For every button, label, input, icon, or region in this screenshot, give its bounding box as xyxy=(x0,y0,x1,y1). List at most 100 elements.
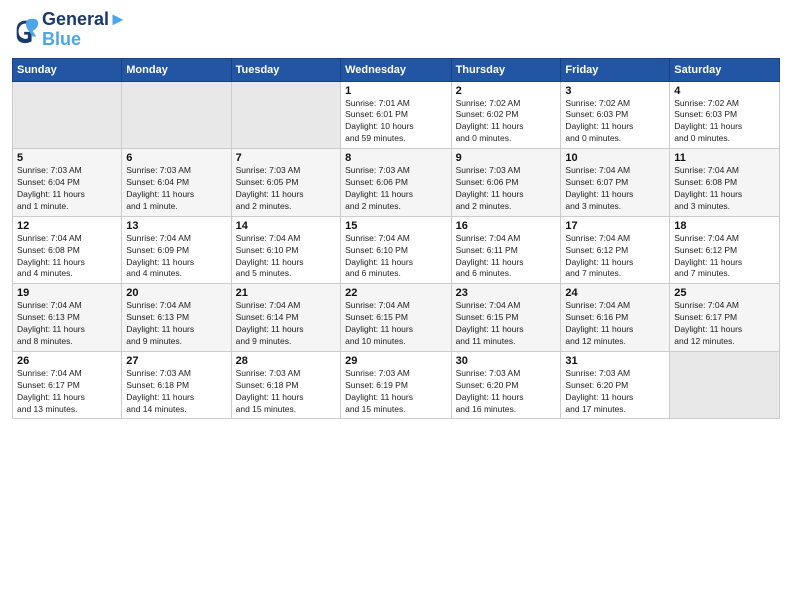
day-number: 22 xyxy=(345,287,446,299)
day-number: 3 xyxy=(565,85,665,97)
day-number: 18 xyxy=(674,220,775,232)
calendar-cell: 20Sunrise: 7:04 AMSunset: 6:13 PMDayligh… xyxy=(122,284,231,352)
day-info: Sunrise: 7:03 AMSunset: 6:04 PMDaylight:… xyxy=(126,165,226,213)
logo-text: General► Blue xyxy=(42,10,127,50)
day-number: 20 xyxy=(126,287,226,299)
day-info: Sunrise: 7:03 AMSunset: 6:19 PMDaylight:… xyxy=(345,368,446,416)
day-info: Sunrise: 7:03 AMSunset: 6:18 PMDaylight:… xyxy=(236,368,336,416)
day-number: 2 xyxy=(456,85,557,97)
day-number: 23 xyxy=(456,287,557,299)
day-info: Sunrise: 7:04 AMSunset: 6:14 PMDaylight:… xyxy=(236,300,336,348)
calendar-cell: 13Sunrise: 7:04 AMSunset: 6:09 PMDayligh… xyxy=(122,216,231,284)
calendar-cell: 30Sunrise: 7:03 AMSunset: 6:20 PMDayligh… xyxy=(451,351,561,419)
calendar-cell: 17Sunrise: 7:04 AMSunset: 6:12 PMDayligh… xyxy=(561,216,670,284)
calendar-week-3: 12Sunrise: 7:04 AMSunset: 6:08 PMDayligh… xyxy=(13,216,780,284)
weekday-header-tuesday: Tuesday xyxy=(231,58,340,81)
calendar-cell: 23Sunrise: 7:04 AMSunset: 6:15 PMDayligh… xyxy=(451,284,561,352)
weekday-header-friday: Friday xyxy=(561,58,670,81)
calendar-cell: 7Sunrise: 7:03 AMSunset: 6:05 PMDaylight… xyxy=(231,149,340,217)
calendar-cell xyxy=(13,81,122,149)
weekday-header-sunday: Sunday xyxy=(13,58,122,81)
calendar-header-row: SundayMondayTuesdayWednesdayThursdayFrid… xyxy=(13,58,780,81)
calendar-week-4: 19Sunrise: 7:04 AMSunset: 6:13 PMDayligh… xyxy=(13,284,780,352)
day-info: Sunrise: 7:04 AMSunset: 6:10 PMDaylight:… xyxy=(236,233,336,281)
day-info: Sunrise: 7:02 AMSunset: 6:02 PMDaylight:… xyxy=(456,98,557,146)
calendar-cell: 26Sunrise: 7:04 AMSunset: 6:17 PMDayligh… xyxy=(13,351,122,419)
day-number: 26 xyxy=(17,355,117,367)
calendar-cell: 31Sunrise: 7:03 AMSunset: 6:20 PMDayligh… xyxy=(561,351,670,419)
day-number: 21 xyxy=(236,287,336,299)
day-info: Sunrise: 7:03 AMSunset: 6:20 PMDaylight:… xyxy=(456,368,557,416)
day-number: 27 xyxy=(126,355,226,367)
day-number: 6 xyxy=(126,152,226,164)
calendar-cell: 9Sunrise: 7:03 AMSunset: 6:06 PMDaylight… xyxy=(451,149,561,217)
day-number: 17 xyxy=(565,220,665,232)
day-number: 30 xyxy=(456,355,557,367)
day-number: 1 xyxy=(345,85,446,97)
calendar-cell xyxy=(231,81,340,149)
calendar-cell: 21Sunrise: 7:04 AMSunset: 6:14 PMDayligh… xyxy=(231,284,340,352)
day-number: 5 xyxy=(17,152,117,164)
day-number: 28 xyxy=(236,355,336,367)
day-info: Sunrise: 7:04 AMSunset: 6:13 PMDaylight:… xyxy=(126,300,226,348)
day-info: Sunrise: 7:04 AMSunset: 6:12 PMDaylight:… xyxy=(674,233,775,281)
page-container: General► Blue SundayMondayTuesdayWednesd… xyxy=(0,0,792,427)
day-info: Sunrise: 7:04 AMSunset: 6:17 PMDaylight:… xyxy=(17,368,117,416)
logo: General► Blue xyxy=(12,10,127,50)
calendar-cell: 10Sunrise: 7:04 AMSunset: 6:07 PMDayligh… xyxy=(561,149,670,217)
page-header: General► Blue xyxy=(12,10,780,50)
day-info: Sunrise: 7:04 AMSunset: 6:10 PMDaylight:… xyxy=(345,233,446,281)
calendar-cell: 4Sunrise: 7:02 AMSunset: 6:03 PMDaylight… xyxy=(670,81,780,149)
calendar-cell xyxy=(670,351,780,419)
day-info: Sunrise: 7:04 AMSunset: 6:08 PMDaylight:… xyxy=(17,233,117,281)
calendar-cell: 25Sunrise: 7:04 AMSunset: 6:17 PMDayligh… xyxy=(670,284,780,352)
day-number: 8 xyxy=(345,152,446,164)
day-info: Sunrise: 7:04 AMSunset: 6:17 PMDaylight:… xyxy=(674,300,775,348)
day-info: Sunrise: 7:02 AMSunset: 6:03 PMDaylight:… xyxy=(674,98,775,146)
day-info: Sunrise: 7:04 AMSunset: 6:07 PMDaylight:… xyxy=(565,165,665,213)
day-info: Sunrise: 7:04 AMSunset: 6:11 PMDaylight:… xyxy=(456,233,557,281)
calendar-week-2: 5Sunrise: 7:03 AMSunset: 6:04 PMDaylight… xyxy=(13,149,780,217)
day-info: Sunrise: 7:04 AMSunset: 6:12 PMDaylight:… xyxy=(565,233,665,281)
day-number: 14 xyxy=(236,220,336,232)
weekday-header-monday: Monday xyxy=(122,58,231,81)
weekday-header-thursday: Thursday xyxy=(451,58,561,81)
day-info: Sunrise: 7:04 AMSunset: 6:16 PMDaylight:… xyxy=(565,300,665,348)
day-info: Sunrise: 7:01 AMSunset: 6:01 PMDaylight:… xyxy=(345,98,446,146)
calendar-cell: 16Sunrise: 7:04 AMSunset: 6:11 PMDayligh… xyxy=(451,216,561,284)
day-info: Sunrise: 7:04 AMSunset: 6:15 PMDaylight:… xyxy=(345,300,446,348)
weekday-header-wednesday: Wednesday xyxy=(341,58,451,81)
day-number: 11 xyxy=(674,152,775,164)
day-info: Sunrise: 7:03 AMSunset: 6:04 PMDaylight:… xyxy=(17,165,117,213)
calendar-cell: 11Sunrise: 7:04 AMSunset: 6:08 PMDayligh… xyxy=(670,149,780,217)
calendar-week-5: 26Sunrise: 7:04 AMSunset: 6:17 PMDayligh… xyxy=(13,351,780,419)
calendar-cell: 29Sunrise: 7:03 AMSunset: 6:19 PMDayligh… xyxy=(341,351,451,419)
day-info: Sunrise: 7:04 AMSunset: 6:08 PMDaylight:… xyxy=(674,165,775,213)
calendar-cell: 27Sunrise: 7:03 AMSunset: 6:18 PMDayligh… xyxy=(122,351,231,419)
day-info: Sunrise: 7:04 AMSunset: 6:15 PMDaylight:… xyxy=(456,300,557,348)
day-info: Sunrise: 7:02 AMSunset: 6:03 PMDaylight:… xyxy=(565,98,665,146)
calendar-cell: 3Sunrise: 7:02 AMSunset: 6:03 PMDaylight… xyxy=(561,81,670,149)
day-info: Sunrise: 7:03 AMSunset: 6:06 PMDaylight:… xyxy=(345,165,446,213)
day-number: 9 xyxy=(456,152,557,164)
day-number: 7 xyxy=(236,152,336,164)
calendar-cell: 18Sunrise: 7:04 AMSunset: 6:12 PMDayligh… xyxy=(670,216,780,284)
day-number: 31 xyxy=(565,355,665,367)
calendar-cell: 1Sunrise: 7:01 AMSunset: 6:01 PMDaylight… xyxy=(341,81,451,149)
calendar-cell xyxy=(122,81,231,149)
logo-icon xyxy=(12,16,40,44)
calendar-cell: 24Sunrise: 7:04 AMSunset: 6:16 PMDayligh… xyxy=(561,284,670,352)
calendar-cell: 28Sunrise: 7:03 AMSunset: 6:18 PMDayligh… xyxy=(231,351,340,419)
day-number: 13 xyxy=(126,220,226,232)
calendar-cell: 12Sunrise: 7:04 AMSunset: 6:08 PMDayligh… xyxy=(13,216,122,284)
day-number: 10 xyxy=(565,152,665,164)
day-number: 15 xyxy=(345,220,446,232)
day-info: Sunrise: 7:03 AMSunset: 6:06 PMDaylight:… xyxy=(456,165,557,213)
day-number: 24 xyxy=(565,287,665,299)
calendar-cell: 6Sunrise: 7:03 AMSunset: 6:04 PMDaylight… xyxy=(122,149,231,217)
day-number: 25 xyxy=(674,287,775,299)
calendar-cell: 14Sunrise: 7:04 AMSunset: 6:10 PMDayligh… xyxy=(231,216,340,284)
calendar-cell: 5Sunrise: 7:03 AMSunset: 6:04 PMDaylight… xyxy=(13,149,122,217)
calendar-cell: 22Sunrise: 7:04 AMSunset: 6:15 PMDayligh… xyxy=(341,284,451,352)
day-info: Sunrise: 7:04 AMSunset: 6:09 PMDaylight:… xyxy=(126,233,226,281)
